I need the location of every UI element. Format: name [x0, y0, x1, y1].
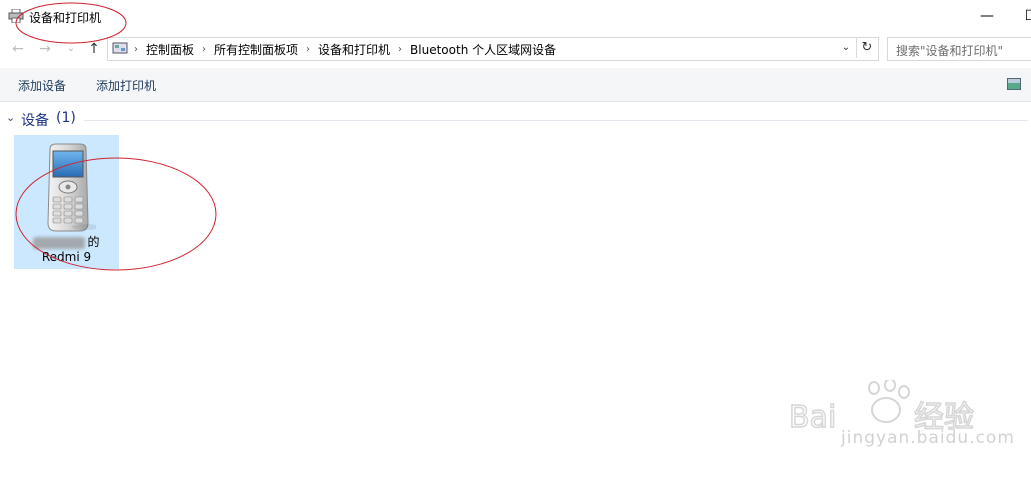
- search-input[interactable]: 搜索"设备和打印机": [887, 37, 1031, 61]
- breadcrumb-devices-printers[interactable]: 设备和打印机: [318, 41, 390, 58]
- baidu-paw-logo: Bai 经验: [788, 378, 975, 436]
- minimize-button[interactable]: —: [977, 6, 997, 26]
- breadcrumb-separator[interactable]: ›: [306, 44, 310, 55]
- group-title: 设备: [21, 113, 49, 129]
- breadcrumb-separator[interactable]: ›: [202, 44, 206, 55]
- control-panel-icon: [112, 42, 128, 54]
- breadcrumb: › 控制面板 › 所有控制面板项 › 设备和打印机 › Bluetooth 个人…: [134, 41, 556, 58]
- devices-group-header[interactable]: ⌄ 设备 (1): [0, 108, 1031, 130]
- window-title: 设备和打印机: [29, 11, 102, 25]
- address-bar[interactable]: › 控制面板 › 所有控制面板项 › 设备和打印机 › Bluetooth 个人…: [107, 37, 879, 61]
- svg-text:Bai: Bai: [789, 400, 836, 430]
- device-name: Redmi 9: [41, 250, 92, 264]
- chevron-down-icon[interactable]: ⌄: [6, 111, 15, 124]
- add-printer-button[interactable]: 添加打印机: [96, 77, 156, 94]
- add-device-button[interactable]: 添加设备: [18, 77, 66, 94]
- maximize-button[interactable]: ☐: [1021, 6, 1031, 26]
- svg-text:经验: 经验: [914, 400, 974, 430]
- group-divider: [84, 120, 1028, 121]
- back-button[interactable]: ←: [8, 39, 28, 59]
- baidu-watermark: Bai 经验 jingyan.baidu.com: [786, 378, 1026, 480]
- forward-button[interactable]: →: [35, 39, 55, 59]
- device-owner-label: 的: [14, 233, 119, 250]
- breadcrumb-control-panel[interactable]: 控制面板: [146, 41, 194, 58]
- breadcrumb-separator: ›: [134, 44, 138, 55]
- search-placeholder: 搜索"设备和打印机": [896, 44, 1004, 58]
- breadcrumb-bluetooth-pan[interactable]: Bluetooth 个人区域网设备: [410, 41, 556, 58]
- redacted-owner-name: [33, 236, 86, 249]
- group-count: (1): [56, 110, 76, 126]
- device-item[interactable]: 的 Redmi 9: [14, 135, 119, 269]
- breadcrumb-separator[interactable]: ›: [398, 44, 402, 55]
- up-button[interactable]: ↑: [84, 39, 104, 59]
- title-bar: 设备和打印机 — ☐: [0, 0, 1031, 32]
- watermark-url: jingyan.baidu.com: [841, 428, 1015, 448]
- address-row: ← → ⌄ ↑ › 控制面板 › 所有控制面板项 › 设备和打印机 › Blue…: [0, 36, 1031, 62]
- device-owner-suffix: 的: [87, 235, 100, 249]
- view-options-icon[interactable]: [1007, 78, 1021, 90]
- command-bar: 添加设备 添加打印机: [0, 68, 1031, 102]
- printer-icon: [8, 9, 24, 23]
- mobile-phone-icon: [47, 143, 96, 232]
- breadcrumb-all-items[interactable]: 所有控制面板项: [214, 41, 298, 58]
- recent-locations-button[interactable]: ⌄: [61, 39, 81, 59]
- address-dropdown-button[interactable]: ⌄: [838, 39, 854, 57]
- refresh-button[interactable]: ↻: [856, 38, 877, 58]
